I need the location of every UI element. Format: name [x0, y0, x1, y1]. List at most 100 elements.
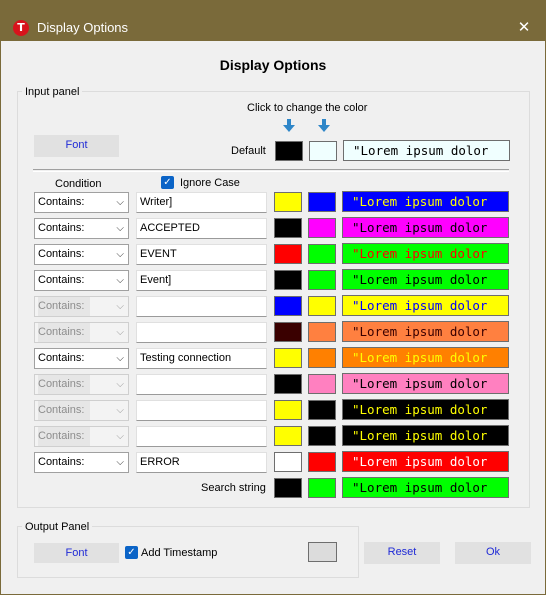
add-timestamp-label: Add Timestamp: [141, 547, 218, 559]
default-background-swatch[interactable]: [309, 141, 337, 161]
condition-select-value: Contains:: [38, 427, 91, 446]
add-timestamp-checkbox[interactable]: ✓: [125, 546, 138, 559]
search-text-input[interactable]: EVENT: [136, 244, 267, 265]
chevron-down-icon: ⌵: [116, 379, 124, 390]
search-text-input[interactable]: [136, 374, 267, 395]
foreground-color-swatch[interactable]: [274, 296, 302, 316]
color-preview: "Lorem ipsum dolor: [342, 373, 509, 394]
foreground-color-swatch[interactable]: [274, 400, 302, 420]
color-preview: "Lorem ipsum dolor: [342, 451, 509, 472]
color-preview: "Lorem ipsum dolor: [342, 269, 509, 290]
color-preview: "Lorem ipsum dolor: [342, 243, 509, 264]
chevron-down-icon: ⌵: [116, 327, 124, 338]
chevron-down-icon: ⌵: [116, 457, 124, 468]
chevron-down-icon: ⌵: [116, 223, 124, 234]
condition-select[interactable]: Contains: ⌵: [34, 270, 129, 291]
background-color-swatch[interactable]: [308, 192, 336, 212]
search-text-input[interactable]: ERROR: [136, 452, 267, 473]
window-title: Display Options: [37, 20, 129, 35]
search-text-input[interactable]: [136, 426, 267, 447]
condition-select: Contains: ⌵: [34, 400, 129, 421]
page-title: Display Options: [219, 57, 327, 73]
default-preview: "Lorem ipsum dolor: [343, 140, 510, 161]
ok-button[interactable]: Ok: [455, 542, 531, 564]
condition-select-value: Contains:: [38, 297, 91, 316]
color-preview: "Lorem ipsum dolor: [342, 191, 509, 212]
background-color-swatch[interactable]: [308, 322, 336, 342]
chevron-down-icon: ⌵: [116, 405, 124, 416]
background-color-swatch[interactable]: [308, 348, 336, 368]
ignore-case-label: Ignore Case: [180, 177, 240, 189]
condition-select[interactable]: Contains: ⌵: [34, 452, 129, 473]
foreground-color-swatch[interactable]: [274, 374, 302, 394]
color-preview: "Lorem ipsum dolor: [342, 217, 509, 238]
divider: [33, 169, 509, 172]
condition-select-value: Contains:: [38, 196, 85, 208]
chevron-down-icon: ⌵: [116, 431, 124, 442]
foreground-color-swatch[interactable]: [274, 452, 302, 472]
foreground-color-swatch[interactable]: [274, 322, 302, 342]
chevron-down-icon: ⌵: [116, 249, 124, 260]
chevron-down-icon: ⌵: [116, 353, 124, 364]
search-text-input[interactable]: Event]: [136, 270, 267, 291]
condition-select-value: Contains:: [38, 323, 91, 342]
color-preview: "Lorem ipsum dolor: [342, 399, 509, 420]
color-preview: "Lorem ipsum dolor: [342, 295, 509, 316]
condition-select: Contains: ⌵: [34, 426, 129, 447]
search-text-input[interactable]: [136, 400, 267, 421]
condition-select-value: Contains:: [38, 352, 85, 364]
chevron-down-icon: ⌵: [116, 197, 124, 208]
foreground-color-swatch[interactable]: [274, 348, 302, 368]
color-preview: "Lorem ipsum dolor: [342, 425, 509, 446]
condition-select[interactable]: Contains: ⌵: [34, 192, 129, 213]
chevron-down-icon: ⌵: [116, 301, 124, 312]
background-color-swatch[interactable]: [308, 374, 336, 394]
search-foreground-swatch[interactable]: [274, 478, 302, 498]
background-color-swatch[interactable]: [308, 296, 336, 316]
search-text-input[interactable]: ACCEPTED: [136, 218, 267, 239]
output-font-button[interactable]: Font: [34, 543, 119, 563]
background-color-swatch[interactable]: [308, 270, 336, 290]
color-hint-text: Click to change the color: [247, 102, 368, 114]
background-color-swatch[interactable]: [308, 244, 336, 264]
condition-select-value: Contains:: [38, 222, 85, 234]
default-foreground-swatch[interactable]: [275, 141, 303, 161]
background-color-swatch[interactable]: [308, 400, 336, 420]
search-background-swatch[interactable]: [308, 478, 336, 498]
foreground-color-swatch[interactable]: [274, 244, 302, 264]
foreground-color-swatch[interactable]: [274, 218, 302, 238]
search-preview: "Lorem ipsum dolor: [342, 477, 509, 498]
condition-select[interactable]: Contains: ⌵: [34, 218, 129, 239]
condition-select-value: Contains:: [38, 375, 91, 394]
condition-select-value: Contains:: [38, 456, 85, 468]
search-text-input[interactable]: [136, 296, 267, 317]
output-panel-label: Output Panel: [22, 520, 93, 534]
condition-select: Contains: ⌵: [34, 296, 129, 317]
search-text-input[interactable]: Testing connection: [136, 348, 267, 369]
default-label: Default: [231, 145, 266, 157]
arrow-down-icon: [318, 119, 330, 132]
input-panel-label: Input panel: [22, 85, 83, 99]
foreground-color-swatch[interactable]: [274, 426, 302, 446]
ignore-case-checkbox[interactable]: ✓: [161, 176, 174, 189]
reset-button[interactable]: Reset: [364, 542, 440, 564]
condition-select[interactable]: Contains: ⌵: [34, 348, 129, 369]
title-bar: T Display Options ✕: [1, 1, 545, 41]
condition-select: Contains: ⌵: [34, 322, 129, 343]
foreground-color-swatch[interactable]: [274, 270, 302, 290]
close-icon[interactable]: ✕: [509, 13, 539, 41]
dialog-window: T Display Options ✕ Display Options Inpu…: [0, 0, 546, 595]
foreground-color-swatch[interactable]: [274, 192, 302, 212]
input-font-button[interactable]: Font: [34, 135, 119, 157]
background-color-swatch[interactable]: [308, 218, 336, 238]
condition-select[interactable]: Contains: ⌵: [34, 244, 129, 265]
background-color-swatch[interactable]: [308, 426, 336, 446]
search-text-input[interactable]: Writer]: [136, 192, 267, 213]
background-color-swatch[interactable]: [308, 452, 336, 472]
condition-select-value: Contains:: [38, 248, 85, 260]
condition-select-value: Contains:: [38, 401, 91, 420]
timestamp-color-swatch[interactable]: [308, 542, 337, 562]
app-logo-icon: T: [13, 20, 29, 36]
search-text-input[interactable]: [136, 322, 267, 343]
condition-header: Condition: [55, 178, 102, 190]
